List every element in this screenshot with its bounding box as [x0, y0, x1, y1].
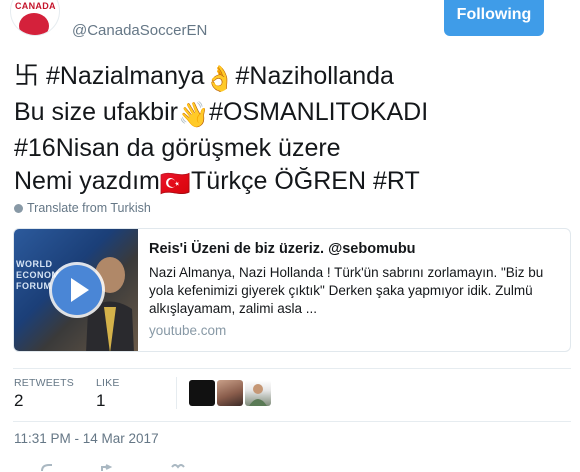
tweet-text-segment: Bu size ufakbir [14, 98, 178, 126]
likes-count[interactable]: 1 [96, 391, 105, 411]
video-thumbnail[interactable]: WORLD ECONOMIC FORUM [14, 229, 138, 351]
avatar-logo-ball [19, 13, 49, 35]
hashtag-nazialmanya[interactable]: #Nazialmanya [39, 62, 204, 90]
translate-label: Translate from Turkish [27, 201, 151, 215]
tweet-line-1: 卐 #Nazialmanya👌#Nazihollanda [14, 60, 574, 96]
liker-avatar[interactable] [189, 380, 215, 406]
retweets-count[interactable]: 2 [14, 391, 23, 411]
hashtag-nazihollanda[interactable]: #Nazihollanda [236, 62, 394, 90]
liker-avatar[interactable] [217, 380, 243, 406]
swastika-glyph: 卐 [14, 62, 40, 90]
turkey-flag-emoji-icon: 🇹🇷 [159, 170, 192, 198]
tweet-line-2: Bu size ufakbir👋#OSMANLITOKADI [14, 96, 574, 132]
reply-icon[interactable] [41, 464, 52, 472]
liker-avatar-figure [249, 384, 267, 406]
tweet-timestamp[interactable]: 11:31 PM - 14 Mar 2017 [14, 431, 159, 446]
like-icon[interactable] [171, 464, 185, 469]
following-button[interactable]: Following [444, 0, 544, 36]
tweet-text-segment: Nemi yazdım [14, 167, 160, 195]
waving-hand-emoji-icon: 👋 [177, 101, 210, 129]
tweet-text-segment[interactable]: Türkçe ÖĞREN #RT [191, 167, 420, 195]
globe-icon [14, 204, 23, 213]
avatar-logo-text: CANADA [15, 1, 56, 11]
tweet-text: 卐 #Nazialmanya👌#Nazihollanda Bu size ufa… [14, 60, 574, 201]
link-preview-card[interactable]: WORLD ECONOMIC FORUM Reis'i Üzeni de biz… [13, 228, 571, 352]
card-description: Nazi Almanya, Nazi Hollanda ! Türk'ün sa… [149, 265, 544, 316]
card-title[interactable]: Reis'i Üzeni de biz üzeriz. @sebomubu [149, 241, 416, 257]
thumbnail-logo-text: WORLD ECONOMIC FORUM [16, 259, 70, 291]
stats-separator [176, 377, 177, 409]
ok-hand-emoji-icon: 👌 [204, 65, 236, 93]
user-handle[interactable]: @CanadaSoccerEN [72, 22, 207, 39]
play-button[interactable] [52, 265, 102, 315]
hashtag-16nisan[interactable]: #16Nisan da görüşmek üzere [14, 134, 341, 162]
retweet-icon[interactable] [101, 464, 113, 471]
likes-label[interactable]: LIKE [96, 377, 120, 389]
tweet-header: CANADA @CanadaSoccerEN Following [0, 0, 580, 50]
retweets-label[interactable]: RETWEETS [14, 377, 74, 389]
hashtag-osmanlitokadi[interactable]: #OSMANLITOKADI [209, 98, 428, 126]
profile-avatar[interactable]: CANADA [10, 0, 60, 36]
translate-link[interactable]: Translate from Turkish [14, 201, 151, 215]
liker-avatar[interactable] [245, 380, 271, 406]
stats-divider-bottom [13, 421, 571, 422]
stats-divider-top [13, 368, 571, 369]
tweet-line-3: #16Nisan da görüşmek üzere [14, 132, 574, 165]
tweet-line-4: Nemi yazdım🇹🇷Türkçe ÖĞREN #RT [14, 165, 574, 201]
card-domain: youtube.com [149, 323, 227, 338]
play-icon [71, 278, 89, 302]
